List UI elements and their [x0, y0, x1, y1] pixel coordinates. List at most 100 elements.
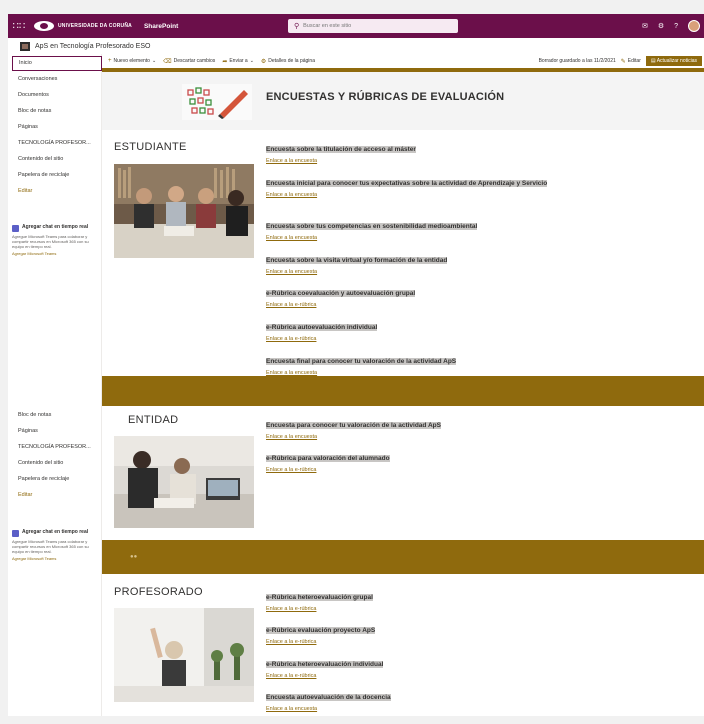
survey-link[interactable]: Enlace a la encuesta — [266, 192, 556, 198]
survey-item: e-Rúbrica coevaluación y autoevaluación … — [266, 282, 556, 308]
suite-actions: ✉ ⚙ ? — [642, 14, 700, 38]
survey-item: Encuesta sobre tus competencias en soste… — [266, 215, 556, 241]
app-name[interactable]: SharePoint — [144, 23, 178, 30]
edit-button[interactable]: ✎ Editar — [621, 58, 641, 65]
search-input[interactable] — [303, 23, 454, 29]
teams-link[interactable]: Agregar Microsoft Teams — [12, 251, 98, 256]
teams-desc: Agregue Microsoft Teams para colaborar y… — [12, 234, 89, 249]
section-title-profesorado: PROFESORADO — [114, 586, 203, 598]
survey-title: Encuesta para conocer tu valoración de l… — [266, 422, 441, 429]
teams-card-2: Agregar chat en tiempo real Agregue Micr… — [12, 529, 98, 561]
search-box[interactable]: ⚲ — [288, 19, 458, 33]
survey-item: e-Rúbrica para valoración del alumnado E… — [266, 447, 556, 473]
survey-item: e-Rúbrica evaluación proyecto ApS Enlace… — [266, 619, 556, 645]
site-title[interactable]: ApS en Tecnología Profesorado ESO — [35, 43, 150, 50]
publish-button[interactable]: ▤ Actualizar noticias — [645, 56, 702, 66]
nav-item-notebook-2[interactable]: Bloc de notas — [18, 412, 51, 418]
survey-link[interactable]: Enlace a la e-rúbrica — [266, 467, 556, 473]
survey-item: Encuesta sobre la visita virtual y/o for… — [266, 249, 556, 275]
teams-link[interactable]: Agregar Microsoft Teams — [12, 556, 98, 561]
discard-button[interactable]: ⌫ Descartar cambios — [163, 58, 215, 65]
teams-desc: Agregue Microsoft Teams para colaborar y… — [12, 539, 89, 554]
survey-title: e-Rúbrica autoevaluación individual — [266, 324, 378, 331]
nav-item-site-contents-2[interactable]: Contenido del sitio — [18, 460, 63, 466]
survey-title: Encuesta final para conocer tu valoració… — [266, 358, 457, 365]
app-launcher-icon[interactable]: ∷∷ — [8, 14, 30, 38]
nav-item-recycle-bin-2[interactable]: Papelera de reciclaje — [18, 476, 69, 482]
survey-item: Encuesta final para conocer tu valoració… — [266, 350, 556, 376]
discard-icon: ⌫ — [163, 58, 172, 65]
survey-item: Encuesta autoevaluación de la docencia E… — [266, 686, 556, 712]
nav-item-pages[interactable]: Páginas — [18, 124, 38, 130]
nav-item-conversations[interactable]: Conversaciones — [18, 76, 57, 82]
nav-item-home[interactable]: Inicio — [12, 56, 102, 71]
page-banner: ENCUESTAS Y RÚBRICAS DE EVALUACIÓN — [102, 72, 704, 130]
suite-bar: ∷∷ UNIVERSIDADE DA CORUÑA SharePoint ⚲ ✉… — [8, 14, 704, 38]
org-mark-icon — [34, 21, 54, 31]
gear-icon: ⚙ — [260, 58, 267, 65]
survey-title: Encuesta sobre la visita virtual y/o for… — [266, 257, 448, 264]
org-name: UNIVERSIDADE DA CORUÑA — [58, 23, 132, 29]
nav-item-tecnologia[interactable]: TECNOLOGÍA PROFESOR... — [18, 140, 91, 146]
image-placeholder-icon: ●● — [130, 554, 138, 560]
survey-title: Encuesta autoevaluación de la docencia — [266, 694, 391, 701]
entity-photo — [114, 436, 254, 528]
nav-edit-link-2[interactable]: Editar — [18, 492, 32, 498]
page-title: ENCUESTAS Y RÚBRICAS DE EVALUACIÓN — [266, 91, 505, 103]
survey-link[interactable]: Enlace a la encuesta — [266, 235, 556, 241]
avatar[interactable] — [688, 20, 700, 32]
survey-title: Encuesta sobre tus competencias en soste… — [266, 223, 478, 230]
chevron-down-icon: ⌄ — [151, 58, 157, 64]
help-icon[interactable]: ? — [674, 23, 678, 30]
survey-title: e-Rúbrica heteroevaluación grupal — [266, 594, 373, 601]
survey-item: e-Rúbrica autoevaluación individual Enla… — [266, 316, 556, 342]
new-item-button[interactable]: + Nuevo elemento ⌄ — [108, 58, 156, 64]
share-icon: ➦ — [222, 58, 228, 65]
teacher-photo — [114, 608, 254, 702]
section-divider-band: ●● — [102, 540, 704, 574]
checklist-image — [182, 84, 252, 120]
plus-icon: + — [108, 58, 112, 64]
survey-title: Encuesta inicial para conocer tus expect… — [266, 180, 548, 187]
survey-item: Encuesta para conocer tu valoración de l… — [266, 414, 556, 440]
survey-title: e-Rúbrica heteroevaluación individual — [266, 661, 384, 668]
gear-icon[interactable]: ⚙ — [658, 22, 664, 30]
search-icon: ⚲ — [294, 23, 300, 30]
teams-title: Agregar chat en tiempo real — [22, 224, 89, 230]
nav-item-tecnologia-2[interactable]: TECNOLOGÍA PROFESOR... — [18, 444, 91, 450]
nav-item-site-contents[interactable]: Contenido del sitio — [18, 156, 63, 162]
command-bar: + Nuevo elemento ⌄ ⌫ Descartar cambios ➦ Env… — [102, 54, 704, 68]
teams-title: Agregar chat en tiempo real — [22, 529, 89, 535]
survey-link[interactable]: Enlace a la e-rúbrica — [266, 673, 556, 679]
section-title-entidad: ENTIDAD — [128, 414, 179, 426]
survey-link[interactable]: Enlace a la e-rúbrica — [266, 639, 556, 645]
nav-item-notebook[interactable]: Bloc de notas — [18, 108, 51, 114]
org-logo[interactable]: UNIVERSIDADE DA CORUÑA — [34, 21, 132, 31]
survey-link[interactable]: Enlace a la e-rúbrica — [266, 302, 556, 308]
teams-icon — [12, 225, 19, 232]
teams-icon — [12, 530, 19, 537]
survey-link[interactable]: Enlace a la encuesta — [266, 434, 556, 440]
save-status: Borrador guardado a las 11/2/2021 — [538, 58, 616, 64]
survey-title: e-Rúbrica coevaluación y autoevaluación … — [266, 290, 416, 297]
students-photo — [114, 164, 254, 258]
nav-item-recycle-bin[interactable]: Papelera de reciclaje — [18, 172, 69, 178]
site-logo[interactable] — [20, 41, 30, 51]
nav-edit-link[interactable]: Editar — [18, 188, 32, 194]
pencil-icon: ✎ — [620, 58, 626, 65]
survey-item: e-Rúbrica heteroevaluación individual En… — [266, 653, 556, 679]
section-title-estudiante: ESTUDIANTE — [114, 141, 187, 153]
nav-item-pages-2[interactable]: Páginas — [18, 428, 38, 434]
megaphone-icon[interactable]: ✉ — [642, 22, 648, 30]
survey-link[interactable]: Enlace a la encuesta — [266, 269, 556, 275]
survey-title: e-Rúbrica para valoración del alumnado — [266, 455, 390, 462]
send-button[interactable]: ➦ Enviar a ⌄ — [222, 58, 254, 65]
survey-item: Encuesta inicial para conocer tus expect… — [266, 172, 556, 198]
survey-link[interactable]: Enlace a la e-rúbrica — [266, 606, 556, 612]
survey-link[interactable]: Enlace a la encuesta — [266, 158, 556, 164]
survey-link[interactable]: Enlace a la e-rúbrica — [266, 336, 556, 342]
survey-link[interactable]: Enlace a la encuesta — [266, 706, 556, 712]
nav-item-documents[interactable]: Documentos — [18, 92, 49, 98]
survey-title: Encuesta sobre la titulación de acceso a… — [266, 146, 416, 153]
page-details-button[interactable]: ⚙ Detalles de la página — [261, 58, 315, 65]
